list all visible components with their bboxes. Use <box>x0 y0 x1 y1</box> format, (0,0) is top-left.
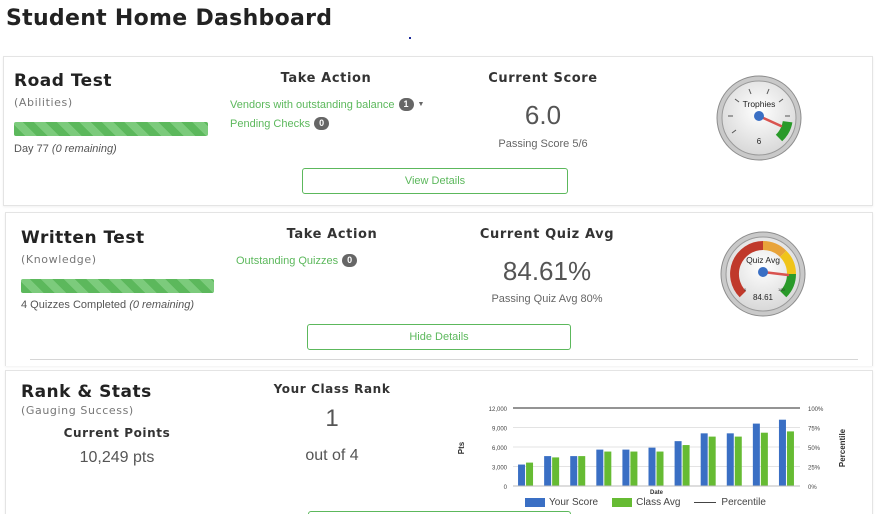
class-avg-bar <box>630 451 638 486</box>
road-test-subtitle: (Abilities) <box>14 96 73 109</box>
written-test-passing: Passing Quiz Avg 80% <box>491 293 603 305</box>
class-avg-bar <box>578 456 586 486</box>
caret-down-icon[interactable]: ▼ <box>418 101 425 108</box>
road-test-title: Road Test <box>14 71 112 91</box>
chart-y2tick-label: 75% <box>808 427 821 433</box>
your-score-bar <box>570 456 578 486</box>
your-score-bar <box>726 433 734 486</box>
your-score-bar <box>674 441 682 486</box>
quiz-avg-gauge-label: Quiz Avg <box>746 255 780 265</box>
your-score-bar <box>752 423 760 486</box>
current-points-value: 10,249 pts <box>79 449 155 466</box>
class-avg-bar <box>760 432 768 486</box>
chart-x-label: Date <box>650 490 664 496</box>
vendors-count-badge: 1 <box>398 98 414 111</box>
written-test-title: Written Test <box>21 228 145 248</box>
road-test-score: 6.0 <box>524 100 562 130</box>
quiz-avg-gauge-icon: Quiz Avg 0 100 84.61 <box>720 231 806 317</box>
road-test-progress-bar <box>14 122 208 136</box>
written-test-progress-bar <box>21 279 214 293</box>
legend-your-score: Your Score <box>525 497 598 508</box>
chart-ytick-label: 0 <box>504 485 508 491</box>
written-test-score: 84.61% <box>502 256 592 286</box>
your-score-bar <box>622 449 630 486</box>
legend-class-avg: Class Avg <box>612 497 680 508</box>
written-test-progress-text: 4 Quizzes Completed (0 remaining) <box>21 299 195 311</box>
class-avg-bar <box>526 462 534 486</box>
quiz-avg-gauge-value: 84.61 <box>753 293 774 302</box>
section-divider <box>30 359 858 360</box>
hide-details-button[interactable]: Hide Details <box>307 324 571 350</box>
chart-ytick-label: 3,000 <box>492 466 508 472</box>
quiz-gauge-max: 100 <box>778 287 785 292</box>
written-test-action-heading: Take Action <box>286 227 378 242</box>
your-score-bar <box>700 433 708 486</box>
decorative-dot <box>409 37 411 39</box>
written-test-score-heading: Current Quiz Avg <box>479 227 615 242</box>
road-test-score-heading: Current Score <box>488 71 598 86</box>
class-rank-value: 1 <box>325 405 339 432</box>
trophies-gauge-icon: Trophies 6 <box>716 75 802 161</box>
chart-y2-label: Percentile <box>838 428 847 467</box>
your-score-bar <box>778 419 786 486</box>
road-test-passing: Passing Score 5/6 <box>498 138 588 150</box>
chart-y2tick-label: 25% <box>808 466 821 472</box>
class-avg-bar <box>708 436 716 486</box>
chart-y2tick-label: 100% <box>808 407 824 413</box>
road-test-progress-text: Day 77 (0 remaining) <box>14 143 117 155</box>
current-points-heading: Current Points <box>63 426 171 440</box>
written-test-subtitle: (Knowledge) <box>21 253 97 266</box>
chart-ytick-label: 6,000 <box>492 446 508 452</box>
chart-legend: Your Score Class Avg Percentile <box>525 497 766 508</box>
rank-stats-subtitle: (Gauging Success) <box>21 404 134 417</box>
your-score-bar <box>648 447 656 486</box>
class-rank-heading: Your Class Rank <box>273 382 391 396</box>
page-title: Student Home Dashboard <box>6 6 333 31</box>
outstanding-quizzes-link[interactable]: Outstanding Quizzes 0 <box>236 254 358 267</box>
rank-stats-title: Rank & Stats <box>21 382 152 402</box>
pending-checks-link[interactable]: Pending Checks 0 <box>230 117 330 130</box>
class-avg-bar <box>682 445 690 486</box>
chart-y-label: Pts <box>457 441 466 454</box>
chart-y2tick-label: 0% <box>808 485 817 491</box>
outstanding-quizzes-badge: 0 <box>342 254 358 267</box>
class-avg-bar <box>552 457 560 486</box>
road-test-action-heading: Take Action <box>280 71 372 86</box>
points-chart: 0 0% 3,000 25% 6,000 50% 9,000 75% 12,000 100% Dat… <box>457 407 847 496</box>
chart-ytick-label: 9,000 <box>492 427 508 433</box>
pending-checks-badge: 0 <box>314 117 330 130</box>
trophies-gauge-value: 6 <box>757 137 762 146</box>
chart-y2tick-label: 50% <box>808 446 821 452</box>
class-avg-bar <box>656 451 664 486</box>
class-avg-bar <box>734 436 742 486</box>
class-avg-bar <box>604 451 612 486</box>
class-rank-out-of: out of 4 <box>305 447 359 464</box>
class-avg-bar <box>786 431 794 486</box>
legend-percentile: Percentile <box>694 497 766 508</box>
your-score-bar <box>544 456 552 486</box>
your-score-bar <box>596 449 604 486</box>
vendors-outstanding-link[interactable]: Vendors with outstanding balance 1 ▼ <box>230 98 424 111</box>
chart-ytick-label: 12,000 <box>489 407 508 413</box>
trophies-gauge-label: Trophies <box>743 99 776 109</box>
your-score-bar <box>518 464 526 486</box>
view-details-button[interactable]: View Details <box>302 168 568 194</box>
